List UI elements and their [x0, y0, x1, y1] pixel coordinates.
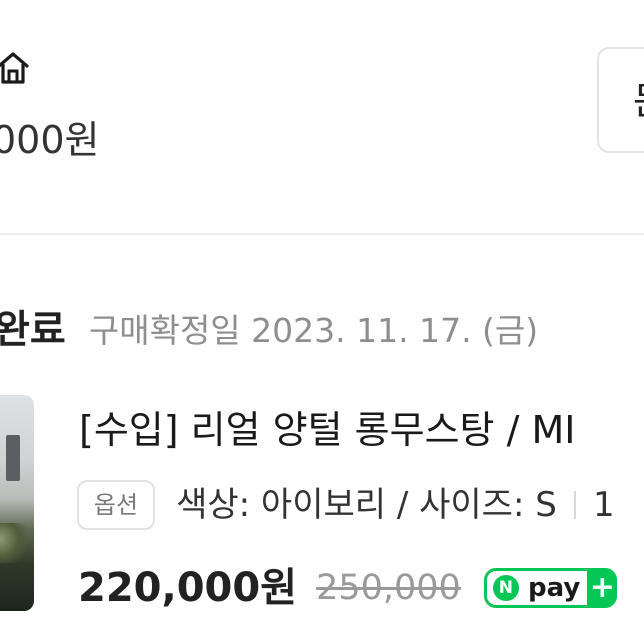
order-status-line: 완료 구매확정일 2023. 11. 17. (금) [0, 306, 538, 356]
price-row: 220,000원 250,000 N pay + [78, 560, 618, 616]
npay-plus-badge: N pay + [483, 568, 618, 608]
order-status: 완료 [0, 308, 66, 353]
option-separator [573, 491, 576, 519]
npay-label: pay [528, 573, 581, 603]
npay-plus-icon: + [587, 568, 618, 608]
thumbnail-detail [6, 435, 20, 481]
thumbnail-detail [0, 523, 34, 563]
section-divider [0, 233, 644, 235]
purchase-confirm-date: 구매확정일 2023. 11. 17. (금) [88, 311, 539, 350]
store-home-icon[interactable] [0, 48, 30, 88]
sale-price: 220,000원 [78, 565, 297, 611]
product-option-row: 옵션 색상: 아이보리 / 사이즈: S 1 [77, 480, 615, 534]
inquiry-button-label: 문 [633, 79, 644, 123]
option-value: 색상: 아이보리 / 사이즈: S [176, 485, 557, 525]
product-thumbnail[interactable] [0, 395, 34, 611]
option-quantity: 1 [592, 485, 615, 525]
order-total-amount: 000원 [0, 118, 100, 162]
npay-n-icon: N [492, 575, 519, 601]
original-price: 250,000 [316, 568, 461, 608]
order-detail-page: 000원 문 완료 구매확정일 2023. 11. 17. (금) [수입] 리… [0, 0, 644, 644]
product-title[interactable]: [수입] 리얼 양털 롱무스탕 / MI [79, 404, 575, 456]
option-badge: 옵션 [77, 480, 155, 530]
inquiry-button[interactable]: 문 [597, 47, 644, 153]
